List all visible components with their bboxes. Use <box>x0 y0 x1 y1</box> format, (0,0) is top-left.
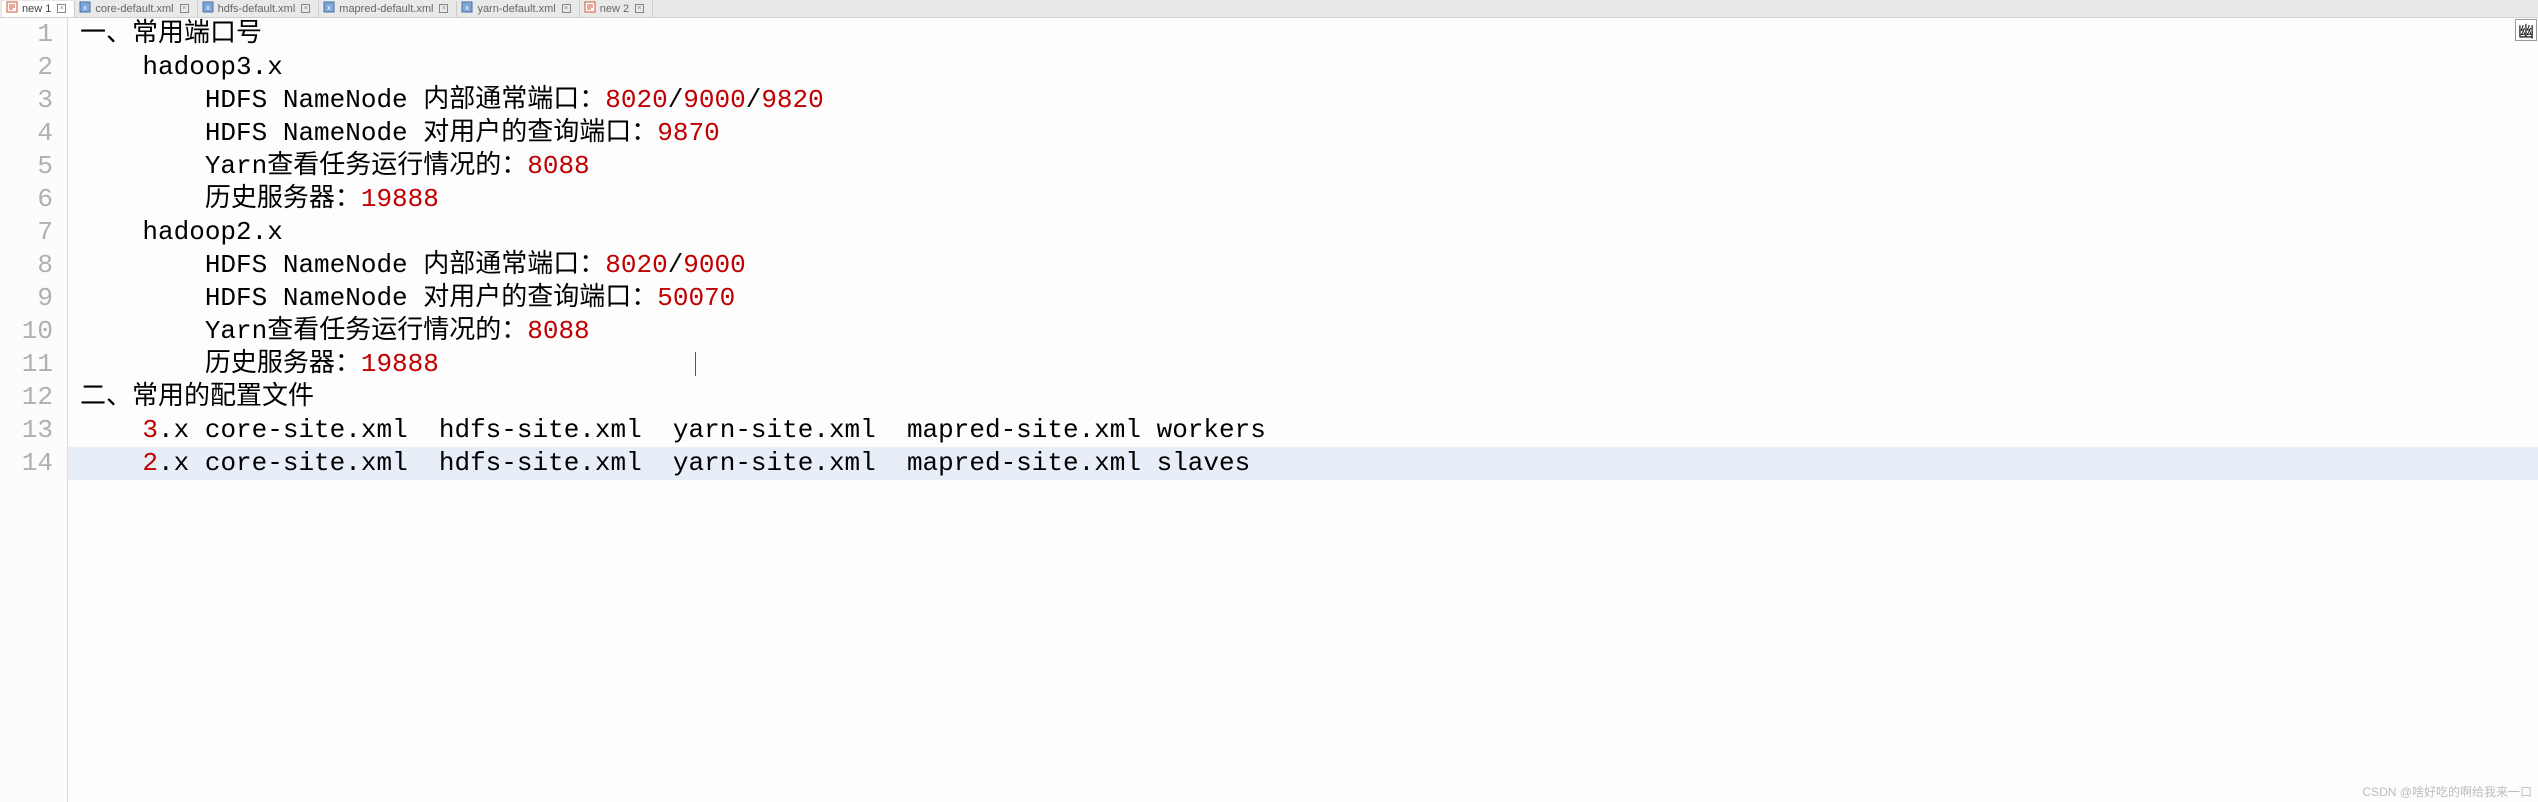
code-line[interactable]: HDFS NameNode 内部通常端口：8020/9000 <box>68 249 2538 282</box>
tab-label: core-default.xml <box>95 3 173 15</box>
text-token: 二、常用的配置文件 <box>80 382 314 412</box>
line-number: 5 <box>0 150 53 183</box>
line-number: 13 <box>0 414 53 447</box>
text-token: / <box>668 85 684 115</box>
svg-text:x: x <box>84 5 88 12</box>
code-line[interactable]: 二、常用的配置文件 <box>68 381 2538 414</box>
number-token: 3 <box>142 415 158 445</box>
number-token: 9000 <box>683 85 745 115</box>
line-number: 3 <box>0 84 53 117</box>
close-tab-icon[interactable]: × <box>57 4 66 13</box>
close-tab-icon[interactable]: × <box>301 4 310 13</box>
xml-file-icon: x <box>461 1 473 16</box>
line-number: 2 <box>0 51 53 84</box>
svg-text:x: x <box>206 5 210 12</box>
xml-file-icon: x <box>79 1 91 16</box>
line-number-gutter: 1234567891011121314 <box>0 18 68 802</box>
text-caret <box>695 352 696 376</box>
tab-bar: new 1 × x core-default.xml × x hdfs-default.xm… <box>0 0 2538 18</box>
text-token: / <box>668 250 684 280</box>
code-line[interactable]: Yarn查看任务运行情况的：8088 <box>68 315 2538 348</box>
line-number: 9 <box>0 282 53 315</box>
tab-mapred-default-xml[interactable]: x mapred-default.xml × <box>319 1 457 17</box>
tab-label: new 2 <box>600 3 629 15</box>
line-number: 8 <box>0 249 53 282</box>
number-token: 9000 <box>683 250 745 280</box>
text-token: HDFS NameNode 对用户的查询端口： <box>205 283 657 313</box>
text-file-icon <box>6 1 18 16</box>
line-number: 11 <box>0 348 53 381</box>
tab-hdfs-default-xml[interactable]: x hdfs-default.xml × <box>198 1 320 17</box>
code-line[interactable]: HDFS NameNode 对用户的查询端口：9870 <box>68 117 2538 150</box>
text-file-icon <box>584 1 596 16</box>
text-token: .x core-site.xml hdfs-site.xml yarn-site… <box>158 448 1250 478</box>
csdn-watermark: CSDN @啥好吃的啊给我来一口 <box>2362 783 2532 800</box>
line-number: 4 <box>0 117 53 150</box>
line-number: 7 <box>0 216 53 249</box>
number-token: 50070 <box>657 283 735 313</box>
code-line[interactable]: HDFS NameNode 对用户的查询端口：50070 <box>68 282 2538 315</box>
number-token: 8088 <box>527 151 589 181</box>
code-line[interactable]: 历史服务器：19888 <box>68 183 2538 216</box>
text-token: 一、常用端口号 <box>80 19 262 49</box>
text-token: hadoop2.x <box>142 217 282 247</box>
editor-area: 1234567891011121314 幽 一、常用端口号 hadoop3.x … <box>0 18 2538 802</box>
line-number: 6 <box>0 183 53 216</box>
code-line[interactable]: 一、常用端口号 <box>68 18 2538 51</box>
line-number: 14 <box>0 447 53 480</box>
text-token: 历史服务器： <box>205 349 361 379</box>
text-token: 历史服务器： <box>205 184 361 214</box>
close-tab-icon[interactable]: × <box>180 4 189 13</box>
code-line[interactable]: hadoop2.x <box>68 216 2538 249</box>
number-token: 9820 <box>761 85 823 115</box>
close-tab-icon[interactable]: × <box>439 4 448 13</box>
number-token: 19888 <box>361 184 439 214</box>
text-token: Yarn查看任务运行情况的： <box>205 151 527 181</box>
tab-core-default-xml[interactable]: x core-default.xml × <box>75 1 197 17</box>
tab-label: hdfs-default.xml <box>218 3 296 15</box>
text-token: Yarn查看任务运行情况的： <box>205 316 527 346</box>
code-line[interactable]: 历史服务器：19888 <box>68 348 2538 381</box>
wrap-indicator-icon: 幽 <box>2515 19 2537 41</box>
text-token: hadoop3.x <box>142 52 282 82</box>
number-token: 8020 <box>605 250 667 280</box>
line-number: 10 <box>0 315 53 348</box>
svg-text:x: x <box>466 5 470 12</box>
text-token: / <box>746 85 762 115</box>
line-number: 1 <box>0 18 53 51</box>
line-number: 12 <box>0 381 53 414</box>
code-line[interactable]: HDFS NameNode 内部通常端口：8020/9000/9820 <box>68 84 2538 117</box>
svg-text:x: x <box>328 5 332 12</box>
code-line[interactable]: 3.x core-site.xml hdfs-site.xml yarn-sit… <box>68 414 2538 447</box>
code-line[interactable]: hadoop3.x <box>68 51 2538 84</box>
text-token: HDFS NameNode 内部通常端口： <box>205 85 605 115</box>
text-token: HDFS NameNode 内部通常端口： <box>205 250 605 280</box>
number-token: 19888 <box>361 349 439 379</box>
code-content[interactable]: 幽 一、常用端口号 hadoop3.x HDFS NameNode 内部通常端口… <box>68 18 2538 802</box>
close-tab-icon[interactable]: × <box>635 4 644 13</box>
tab-new-2[interactable]: new 2 × <box>580 1 653 17</box>
code-line[interactable]: 2.x core-site.xml hdfs-site.xml yarn-sit… <box>68 447 2538 480</box>
number-token: 2 <box>142 448 158 478</box>
number-token: 8020 <box>605 85 667 115</box>
code-line[interactable]: Yarn查看任务运行情况的：8088 <box>68 150 2538 183</box>
tab-label: new 1 <box>22 3 51 15</box>
tab-new-1[interactable]: new 1 × <box>2 1 75 17</box>
number-token: 8088 <box>527 316 589 346</box>
close-tab-icon[interactable]: × <box>562 4 571 13</box>
xml-file-icon: x <box>323 1 335 16</box>
text-token: HDFS NameNode 对用户的查询端口： <box>205 118 657 148</box>
text-token: .x core-site.xml hdfs-site.xml yarn-site… <box>158 415 1266 445</box>
tab-label: mapred-default.xml <box>339 3 433 15</box>
number-token: 9870 <box>657 118 719 148</box>
tab-label: yarn-default.xml <box>477 3 555 15</box>
tab-yarn-default-xml[interactable]: x yarn-default.xml × <box>457 1 579 17</box>
xml-file-icon: x <box>202 1 214 16</box>
